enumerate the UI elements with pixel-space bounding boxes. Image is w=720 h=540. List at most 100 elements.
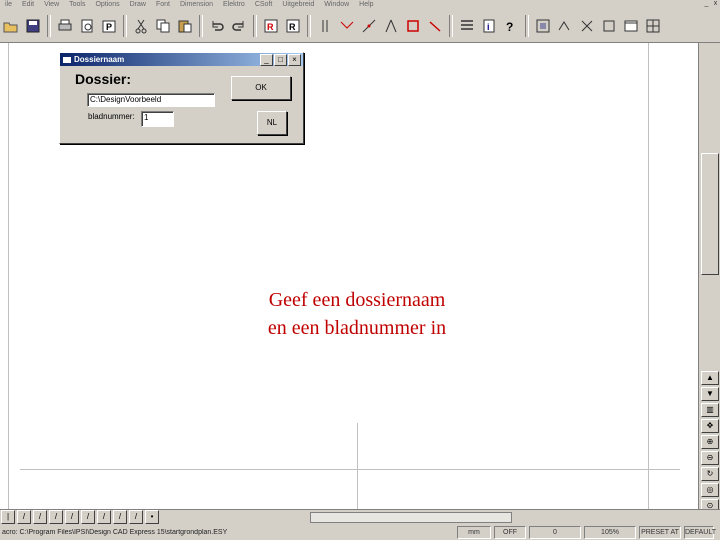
zoom-in-icon[interactable]: ⊕	[701, 435, 719, 449]
menu-edit[interactable]: Edit	[17, 0, 39, 9]
svg-text:R: R	[289, 22, 296, 32]
dialog-title: Dossiernaam	[74, 55, 125, 64]
language-button[interactable]: NL	[257, 111, 287, 135]
svg-text:i: i	[487, 22, 490, 32]
dialog-minimize-button[interactable]: _	[260, 54, 273, 66]
menu-dimension[interactable]: Dimension	[175, 0, 218, 9]
menu-draw[interactable]: Draw	[125, 0, 151, 9]
info-icon[interactable]: i	[478, 15, 500, 37]
page-nav-icon[interactable]: /	[81, 510, 95, 524]
toolbar-separator	[47, 14, 51, 37]
menu-view[interactable]: View	[39, 0, 64, 9]
menu-elektro[interactable]: Elektro	[218, 0, 250, 9]
close-button[interactable]: x	[711, 0, 720, 8]
line-icon[interactable]	[336, 15, 358, 37]
redo-icon[interactable]	[228, 15, 250, 37]
page-nav-icon[interactable]: /	[97, 510, 111, 524]
toolbar-separator	[449, 14, 453, 37]
menu-bar: ile Edit View Tools Options Draw Font Di…	[0, 0, 720, 9]
page-nav-icon[interactable]: /	[129, 510, 143, 524]
horizontal-scrollbar-thumb[interactable]	[310, 512, 512, 523]
copy-icon[interactable]	[152, 15, 174, 37]
page-nav-icon[interactable]: /	[17, 510, 31, 524]
menu-window[interactable]: Window	[319, 0, 354, 9]
status-mode[interactable]: DEFAULT	[684, 525, 716, 539]
arc-icon[interactable]	[424, 15, 446, 37]
rectangle-icon[interactable]	[402, 15, 424, 37]
view-buttons: ▲ ▼ ▥ ✥ ⊕ ⊖ ↻ ◎ ⊙	[700, 370, 719, 514]
status-path: acro: C:\Program Files\IPSI\Design CAD E…	[2, 528, 228, 536]
page-nav-icon[interactable]: /	[49, 510, 63, 524]
page-nav-icon[interactable]: /	[33, 510, 47, 524]
page-border-right	[648, 43, 649, 509]
rotate-icon[interactable]: ↻	[701, 467, 719, 481]
grid-icon[interactable]	[642, 15, 664, 37]
target-icon[interactable]: ◎	[701, 483, 719, 497]
trim-icon[interactable]	[554, 15, 576, 37]
scroll-up-icon[interactable]: ▲	[701, 371, 719, 385]
dossier-input[interactable]: C:\DesignVoorbeeld	[87, 93, 215, 107]
scroll-down-icon[interactable]: ▼	[701, 387, 719, 401]
status-bar: acro: C:\Program Files\IPSI\Design CAD E…	[0, 524, 720, 540]
zoom-out-icon[interactable]: ⊖	[701, 451, 719, 465]
zoom-fit-icon[interactable]	[532, 15, 554, 37]
reference-icon[interactable]: R	[282, 15, 304, 37]
print-setup-icon[interactable]: P	[98, 15, 120, 37]
cut-icon[interactable]	[130, 15, 152, 37]
toolbar-separator	[123, 14, 127, 37]
page-border-bottom	[20, 469, 680, 470]
page-nav-last-icon[interactable]: •	[145, 510, 159, 524]
svg-text:P: P	[106, 22, 112, 32]
window-icon[interactable]	[620, 15, 642, 37]
ok-button[interactable]: OK	[231, 76, 291, 100]
frame-icon[interactable]	[598, 15, 620, 37]
layers-icon[interactable]: ▥	[701, 403, 719, 417]
dialog-title-bar[interactable]: Dossiernaam _ □ ×	[60, 53, 303, 66]
status-zoom[interactable]: 105%	[584, 525, 636, 539]
zoom-region-icon[interactable]: R	[260, 15, 282, 37]
status-layer[interactable]: 0	[529, 525, 581, 539]
toolbar-separator	[199, 14, 203, 37]
dialog-close-button[interactable]: ×	[288, 54, 301, 66]
toolbar-separator	[253, 14, 257, 37]
page-border-left	[8, 43, 9, 509]
page-nav-first-icon[interactable]: |	[1, 510, 15, 524]
instruction-line-2: en een bladnummer in	[267, 317, 447, 339]
sheet-number-input[interactable]: 1	[141, 111, 174, 127]
instruction-caption: Geef een dossiernaam en een bladnummer i…	[200, 286, 514, 342]
delete-icon[interactable]	[576, 15, 598, 37]
undo-icon[interactable]	[206, 15, 228, 37]
status-preset[interactable]: PRESET AT	[639, 525, 681, 539]
dialog-maximize-button[interactable]: □	[274, 54, 287, 66]
menu-file[interactable]: ile	[0, 0, 17, 9]
menu-uitgebreid[interactable]: Uitgebreid	[277, 0, 319, 9]
save-icon[interactable]	[22, 15, 44, 37]
menu-options[interactable]: Options	[90, 0, 124, 9]
svg-text:R: R	[267, 22, 274, 32]
help-icon[interactable]: ?	[500, 15, 522, 37]
toolbar-separator	[307, 14, 311, 37]
menu-help[interactable]: Help	[354, 0, 378, 9]
dossier-heading: Dossier:	[75, 71, 132, 87]
scrollbar-thumb[interactable]	[701, 153, 719, 275]
pan-icon[interactable]: ✥	[701, 419, 719, 433]
table-icon[interactable]	[456, 15, 478, 37]
minimize-button[interactable]: _	[702, 0, 711, 8]
point-icon[interactable]	[358, 15, 380, 37]
menu-font[interactable]: Font	[151, 0, 175, 9]
dialog-title-buttons: _ □ ×	[259, 54, 301, 66]
paste-icon[interactable]	[174, 15, 196, 37]
status-units[interactable]: mm	[457, 525, 491, 539]
open-icon[interactable]	[0, 15, 22, 37]
angle-icon[interactable]	[380, 15, 402, 37]
print-preview-icon[interactable]	[76, 15, 98, 37]
parallel-icon[interactable]	[314, 15, 336, 37]
print-icon[interactable]	[54, 15, 76, 37]
menu-csoft[interactable]: CSoft	[250, 0, 278, 9]
app-icon	[63, 56, 71, 63]
page-nav-icon[interactable]: /	[65, 510, 79, 524]
menu-tools[interactable]: Tools	[64, 0, 90, 9]
status-snap[interactable]: OFF	[494, 525, 526, 539]
instruction-line-1: Geef een dossiernaam	[268, 289, 446, 311]
page-nav-icon[interactable]: /	[113, 510, 127, 524]
